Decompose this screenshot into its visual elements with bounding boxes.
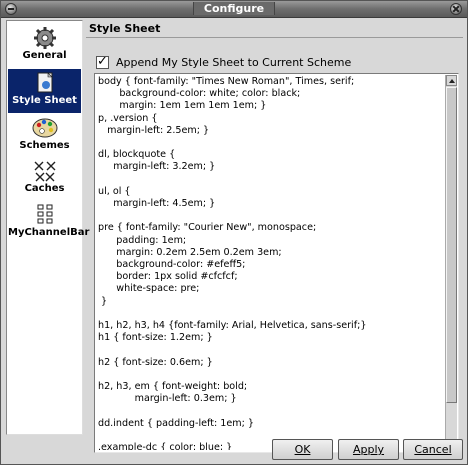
sidebar-item-label: Schemes — [19, 140, 70, 151]
apply-button[interactable]: Apply — [338, 439, 399, 460]
title-bar[interactable]: Configure — [1, 1, 467, 18]
sidebar-item-label: MyChannelBar — [8, 227, 90, 238]
window-title: Configure — [192, 2, 276, 15]
append-style-sheet-option[interactable]: Append My Style Sheet to Current Scheme — [96, 54, 351, 70]
append-style-sheet-label: Append My Style Sheet to Current Scheme — [116, 55, 352, 69]
close-button[interactable] — [450, 3, 462, 15]
sidebar-item-label: Caches — [24, 183, 65, 194]
palette-icon — [32, 118, 57, 138]
style-sheet-text[interactable]: body { font-family: "Times New Roman", T… — [98, 76, 444, 450]
channel-bar-icon — [37, 204, 52, 224]
sidebar-item-label: Style Sheet — [12, 95, 77, 106]
sidebar-item-schemes[interactable]: Schemes — [8, 114, 81, 158]
scrollbar-thumb[interactable] — [446, 87, 457, 403]
style-sheet-icon — [37, 72, 53, 93]
style-sheet-editor[interactable]: body { font-family: "Times New Roman", T… — [94, 73, 459, 453]
caches-icon — [34, 161, 55, 182]
sidebar-item-style-sheet[interactable]: Style Sheet — [8, 69, 81, 113]
scroll-up-arrow-icon[interactable] — [446, 75, 457, 86]
append-style-sheet-checkbox[interactable] — [96, 54, 109, 69]
cancel-button[interactable]: Cancel — [403, 439, 463, 460]
sidebar-item-caches[interactable]: Caches — [8, 157, 81, 201]
sidebar-item-mychannelbar[interactable]: MyChannelBar — [8, 201, 90, 245]
ok-button[interactable]: OK — [272, 439, 333, 460]
category-sidebar: General Style Sheet Schemes Caches MyCha… — [6, 20, 90, 435]
sidebar-item-general[interactable]: General — [8, 24, 81, 68]
vertical-scrollbar[interactable] — [445, 75, 457, 451]
style-sheet-panel: Style Sheet Append My Style Sheet to Cur… — [86, 20, 463, 453]
general-gear-icon — [33, 27, 56, 49]
panel-title: Style Sheet — [86, 20, 463, 38]
configure-window: Configure General Style Sheet Schemes Ca… — [0, 0, 468, 465]
sidebar-item-label: General — [22, 50, 67, 61]
